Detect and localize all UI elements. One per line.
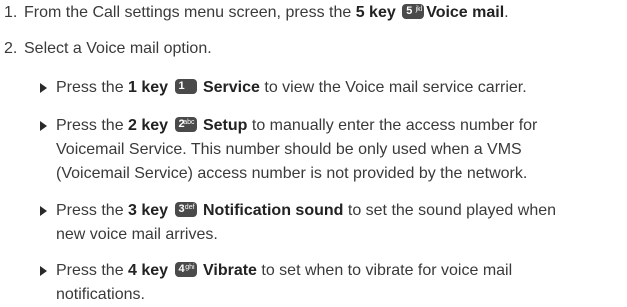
step-1: 1. From the Call settings menu screen, pr…	[4, 1, 509, 25]
bullet-text: to set the sound played when	[343, 202, 557, 219]
keypad-4-icon: 4 ghi	[174, 262, 197, 277]
step-2: 2. Select a Voice mail option.	[4, 37, 212, 61]
bullet-text: Press the	[56, 202, 129, 219]
manual-page: 1. From the Call settings menu screen, pr…	[0, 0, 627, 305]
key-name: 4 key	[128, 262, 169, 279]
option-name: Vibrate	[202, 262, 257, 279]
step-text: From the Call settings menu screen, pres…	[24, 4, 356, 21]
key-name: 3 key	[128, 202, 169, 219]
bullet-text: Press the	[56, 262, 129, 279]
option-vibrate: Press the 4 key 4 ghi Vibrate to set when…	[40, 259, 620, 307]
keypad-1-icon: 1	[174, 79, 197, 94]
bullet-text: Press the	[56, 79, 129, 96]
step-text-end: .	[504, 4, 509, 21]
step-number: 1.	[4, 4, 18, 21]
option-name: Service	[202, 79, 260, 96]
bullet-text-line2: Voicemail Service. This number should be…	[56, 141, 522, 158]
bullet-text: Press the	[56, 117, 129, 134]
option-service: Press the 1 key 1 Service to view the Vo…	[40, 76, 620, 100]
keypad-2-icon: 2 abc	[174, 117, 197, 132]
bullet-text: to set when to vibrate for voice mail	[256, 262, 513, 279]
bullet-text-line3: (Voicemail Service) access number is not…	[56, 165, 528, 182]
bullet-text: to view the Voice mail service carrier.	[259, 79, 527, 96]
step-number: 2.	[4, 40, 18, 57]
bullet-triangle-icon	[40, 83, 47, 93]
key-name: 2 key	[128, 117, 169, 134]
option-notification-sound: Press the 3 key 3 def Notification sound …	[40, 199, 620, 247]
bullet-text-line2: new voice mail arrives.	[56, 226, 218, 243]
key-name: 5 key	[355, 4, 396, 21]
keypad-5-icon: 5 jkl	[402, 4, 425, 19]
step-text: Select a Voice mail option.	[24, 40, 212, 57]
bullet-triangle-icon	[40, 206, 47, 216]
bullet-triangle-icon	[40, 121, 47, 131]
option-name: Setup	[202, 117, 248, 134]
option-name: Notification sound	[202, 202, 344, 219]
bullet-text-line2: notifications.	[56, 286, 145, 303]
key-name: 1 key	[128, 79, 169, 96]
bullet-text: to manually enter the access number for	[247, 117, 538, 134]
option-setup: Press the 2 key 2 abc Setup to manually e…	[40, 114, 620, 186]
option-name: Voice mail	[426, 4, 505, 21]
keypad-3-icon: 3 def	[174, 202, 197, 217]
bullet-triangle-icon	[40, 266, 47, 276]
